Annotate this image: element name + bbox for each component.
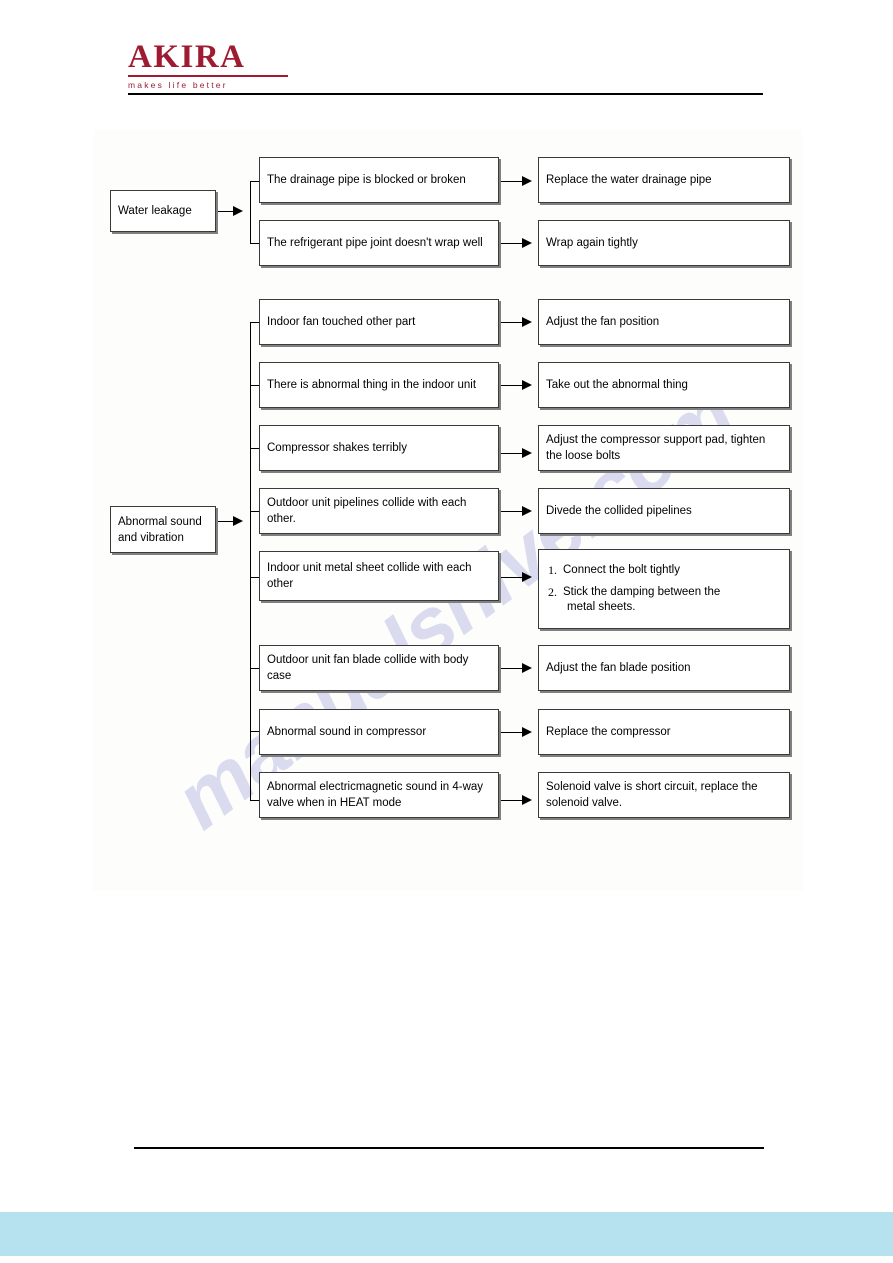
list-item-number: 2. <box>548 585 557 599</box>
list-item: 1. Connect the bolt tightly <box>548 563 783 578</box>
solution-text: Adjust the compressor support pad, tight… <box>546 434 766 462</box>
problem-text: Outdoor unit pipelines collide with each… <box>267 497 467 525</box>
connector-s1-row2 <box>500 243 522 244</box>
connector-s2-row4 <box>500 511 522 512</box>
solution-box-numbered: 1. Connect the bolt tightly 2. Stick the… <box>538 549 790 629</box>
problem-text: The refrigerant pipe joint doesn't wrap … <box>267 237 483 249</box>
problem-box: Outdoor unit pipelines collide with each… <box>259 488 499 534</box>
connector-s2-row2 <box>500 385 522 386</box>
cause-label: Water leakage <box>118 205 192 217</box>
list-item: 2. Stick the damping between the metal s… <box>548 585 783 615</box>
solution-box: Adjust the fan position <box>538 299 790 345</box>
problem-box: Indoor fan touched other part <box>259 299 499 345</box>
solution-text: Replace the compressor <box>546 726 671 738</box>
logo-tagline: makes life better <box>128 80 228 90</box>
problem-box: Abnormal electricmagnetic sound in 4-way… <box>259 772 499 818</box>
connector-s2-row1 <box>500 322 522 323</box>
solution-numbered-list: 1. Connect the bolt tightly 2. Stick the… <box>539 563 789 615</box>
arrowhead-s1-cause <box>233 206 243 216</box>
problem-text: Compressor shakes terribly <box>267 442 407 454</box>
connector-s2-row5 <box>500 577 522 578</box>
arrowhead-s2-row8 <box>522 795 532 805</box>
list-item-number: 1. <box>548 563 557 577</box>
solution-box: Replace the water drainage pipe <box>538 157 790 203</box>
logo-wordmark: AKIRA <box>128 39 246 75</box>
connector-s1-cause-out <box>217 211 233 212</box>
problem-text: Outdoor unit fan blade collide with body… <box>267 654 469 682</box>
solution-text: Take out the abnormal thing <box>546 379 688 391</box>
arrowhead-s2-row7 <box>522 727 532 737</box>
footer-divider <box>134 1147 764 1149</box>
cause-label-line1: Abnormal sound <box>118 515 202 528</box>
solution-box: Adjust the fan blade position <box>538 645 790 691</box>
page-header: AKIRA makes life better <box>128 40 763 90</box>
problem-box: Outdoor unit fan blade collide with body… <box>259 645 499 691</box>
solution-box: Divede the collided pipelines <box>538 488 790 534</box>
cause-box-water-leakage: Water leakage <box>110 190 216 232</box>
solution-box: Wrap again tightly <box>538 220 790 266</box>
header-divider <box>128 93 763 95</box>
solution-text: Wrap again tightly <box>546 237 638 249</box>
connector-s2-row8 <box>500 800 522 801</box>
problem-text: Indoor fan touched other part <box>267 316 416 328</box>
logo-underline <box>128 75 288 77</box>
list-item-text: Stick the damping between the <box>563 586 721 598</box>
arrowhead-s2-cause <box>233 516 243 526</box>
list-item-text-continued: metal sheets. <box>567 601 636 613</box>
connector-s2-trunk <box>250 322 251 800</box>
problem-box: The drainage pipe is blocked or broken <box>259 157 499 203</box>
problem-text: The drainage pipe is blocked or broken <box>267 174 466 186</box>
cause-label-line2: and vibration <box>118 531 184 544</box>
arrowhead-s2-row1 <box>522 317 532 327</box>
problem-text: Abnormal sound in compressor <box>267 726 427 738</box>
connector-s2-row6 <box>500 668 522 669</box>
problem-box: The refrigerant pipe joint doesn't wrap … <box>259 220 499 266</box>
problem-text: There is abnormal thing in the indoor un… <box>267 379 477 391</box>
problem-box: Compressor shakes terribly <box>259 425 499 471</box>
problem-text: Indoor unit metal sheet collide with eac… <box>267 562 472 590</box>
connector-s1-row1 <box>500 181 522 182</box>
connector-s1-trunk <box>250 181 251 243</box>
solution-box: Take out the abnormal thing <box>538 362 790 408</box>
arrowhead-s2-row3 <box>522 448 532 458</box>
problem-box: Indoor unit metal sheet collide with eac… <box>259 551 499 601</box>
problem-box: There is abnormal thing in the indoor un… <box>259 362 499 408</box>
solution-box: Solenoid valve is short circuit, replace… <box>538 772 790 818</box>
cause-box-abnormal-sound: Abnormal sound and vibration <box>110 506 216 553</box>
solution-text: Replace the water drainage pipe <box>546 174 712 186</box>
solution-box: Replace the compressor <box>538 709 790 755</box>
arrowhead-s2-row2 <box>522 380 532 390</box>
solution-box: Adjust the compressor support pad, tight… <box>538 425 790 471</box>
arrowhead-s1-row1 <box>522 176 532 186</box>
problem-box: Abnormal sound in compressor <box>259 709 499 755</box>
problem-text: Abnormal electricmagnetic sound in 4-way… <box>267 781 484 809</box>
arrowhead-s1-row2 <box>522 238 532 248</box>
solution-text: Adjust the fan blade position <box>546 662 691 674</box>
solution-text: Divede the collided pipelines <box>546 505 692 517</box>
connector-s2-cause-out <box>217 521 233 522</box>
akira-logo: AKIRA makes life better <box>128 40 308 90</box>
page-canvas: AKIRA makes life better manualshive.com … <box>0 0 893 1263</box>
solution-text: Solenoid valve is short circuit, replace… <box>546 781 758 809</box>
list-item-text: Connect the bolt tightly <box>563 564 680 576</box>
bottom-color-band <box>0 1212 893 1256</box>
connector-s2-row7 <box>500 732 522 733</box>
arrowhead-s2-row6 <box>522 663 532 673</box>
arrowhead-s2-row4 <box>522 506 532 516</box>
connector-s2-row3 <box>500 453 522 454</box>
solution-text: Adjust the fan position <box>546 316 660 328</box>
arrowhead-s2-row5 <box>522 572 532 582</box>
